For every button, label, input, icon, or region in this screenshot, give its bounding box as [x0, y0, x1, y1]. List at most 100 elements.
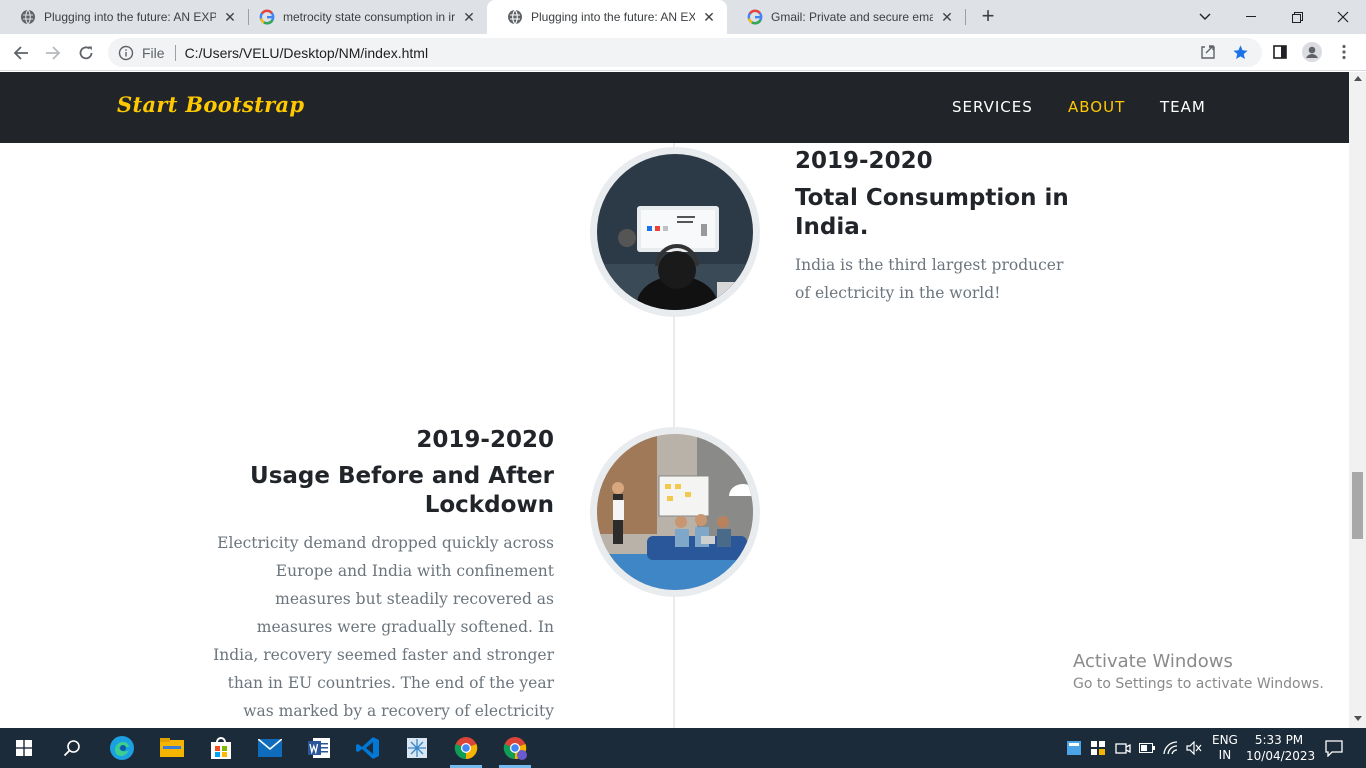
tab-title: Gmail: Private and secure email a [771, 10, 933, 24]
region-code: IN [1218, 748, 1232, 762]
menu-button[interactable] [1334, 42, 1354, 62]
volume-tray-icon[interactable] [1186, 740, 1202, 756]
star-icon [1232, 44, 1248, 59]
side-panel-icon [1273, 45, 1287, 59]
chrome-icon [454, 737, 478, 760]
tab-separator [965, 9, 966, 25]
globe-icon [21, 9, 35, 25]
clock-date: 10/04/2023 [1246, 749, 1316, 763]
word-taskbar-icon[interactable] [295, 728, 343, 768]
tray-app-icon[interactable] [1066, 740, 1082, 756]
site-brand-link[interactable]: Start Bootstrap [117, 92, 304, 117]
start-button[interactable] [0, 728, 48, 768]
store-taskbar-icon[interactable] [197, 728, 245, 768]
address-bar[interactable]: File C:/Users/VELU/Desktop/NM/index.html [108, 38, 1262, 67]
wifi-icon [1163, 741, 1178, 755]
tab-search-button[interactable] [1182, 0, 1228, 34]
tab-title: Plugging into the future: AN EXP [531, 10, 695, 24]
new-tab-button[interactable]: + [976, 5, 1000, 29]
timeline-body: Electricity demand dropped quickly acros… [213, 534, 554, 720]
mail-icon [258, 739, 282, 757]
browser-tab-active[interactable]: Plugging into the future: AN EXP ✕ [487, 0, 727, 34]
wifi-tray-icon[interactable] [1163, 740, 1179, 756]
language-code: ENG [1212, 733, 1238, 747]
battery-tray-icon[interactable] [1139, 740, 1155, 756]
chevron-down-icon [1199, 13, 1211, 20]
vscode-taskbar-icon[interactable] [344, 728, 392, 768]
meet-now-icon [1115, 743, 1131, 754]
minimize-button[interactable] [1228, 0, 1274, 34]
timeline-date: 2019-2020 [795, 148, 933, 174]
battery-icon [1139, 743, 1155, 753]
reload-button[interactable] [73, 40, 99, 66]
language-indicator[interactable]: ENG IN [1212, 733, 1238, 763]
timeline-body: India is the third largest producer of e… [795, 256, 1064, 302]
timeline-image-person-at-monitor [590, 147, 760, 317]
minimize-icon [1246, 16, 1256, 17]
close-tab-icon[interactable]: ✕ [461, 9, 477, 25]
timeline-image-team-meeting [590, 427, 760, 597]
share-icon [1201, 45, 1215, 59]
clock-time: 5:33 PM [1254, 733, 1304, 747]
close-window-button[interactable] [1320, 0, 1366, 34]
arrow-right-icon [46, 46, 61, 60]
file-explorer-taskbar-icon[interactable] [148, 728, 196, 768]
timeline-date: 2019-2020 [416, 427, 554, 453]
person-at-monitor-photo [597, 154, 753, 310]
restore-icon [1291, 11, 1303, 23]
mail-taskbar-icon[interactable] [246, 728, 294, 768]
forward-button[interactable] [40, 40, 66, 66]
google-icon [259, 9, 275, 25]
tray-app-icon[interactable] [1115, 740, 1131, 756]
tab-title: Plugging into the future: AN EXP [44, 10, 216, 24]
url-text[interactable]: C:/Users/VELU/Desktop/NM/index.html [185, 45, 429, 61]
profile-button[interactable] [1302, 42, 1322, 62]
scrollbar-thumb[interactable] [1352, 472, 1363, 539]
nav-link-about[interactable]: About [1068, 98, 1125, 116]
scroll-down-arrow-icon[interactable] [1354, 716, 1362, 721]
browser-tab[interactable]: Gmail: Private and secure email a ✕ [727, 0, 965, 34]
close-tab-icon[interactable]: ✕ [222, 9, 238, 25]
search-button[interactable] [48, 728, 96, 768]
page-viewport: 2019-2020 Total Consumption in India. In… [0, 72, 1349, 728]
close-tab-icon[interactable]: ✕ [701, 9, 717, 25]
kebab-menu-icon [1342, 44, 1346, 60]
scroll-up-arrow-icon[interactable] [1354, 76, 1362, 81]
nav-link-team[interactable]: Team [1160, 98, 1206, 116]
watermark-title: Activate Windows [1073, 651, 1233, 672]
tab-title: metrocity state consumption in ir [283, 10, 455, 24]
notifications-button[interactable] [1325, 739, 1343, 757]
browser-tab[interactable]: metrocity state consumption in ir ✕ [239, 0, 487, 34]
url-divider [174, 44, 176, 61]
close-tab-icon[interactable]: ✕ [939, 9, 955, 25]
timeline-title: Usage Before and After Lockdown [250, 463, 554, 518]
side-panel-button[interactable] [1270, 42, 1290, 62]
bookmark-button[interactable] [1230, 42, 1250, 62]
page-scrollbar[interactable] [1349, 72, 1366, 728]
edge-taskbar-icon[interactable] [98, 728, 146, 768]
tab-strip: Plugging into the future: AN EXP ✕ metro… [0, 0, 1366, 34]
snipping-tool-taskbar-icon[interactable] [393, 728, 441, 768]
url-scheme-label: File [142, 44, 165, 61]
watermark-subtitle: Go to Settings to activate Windows. [1073, 676, 1324, 692]
share-button[interactable] [1198, 42, 1218, 62]
system-clock[interactable]: 5:33 PM 10/04/2023 [1246, 732, 1316, 764]
tray-app-icon[interactable] [1090, 740, 1106, 756]
restore-button[interactable] [1274, 0, 1320, 34]
snip-icon [407, 738, 427, 758]
vscode-icon [356, 737, 379, 759]
browser-tab[interactable]: Plugging into the future: AN EXP ✕ [0, 0, 248, 34]
google-icon [747, 9, 763, 25]
chrome-taskbar-icon[interactable] [442, 728, 490, 768]
volume-muted-icon [1186, 741, 1202, 755]
team-meeting-photo [597, 434, 753, 590]
back-button[interactable] [8, 40, 34, 66]
close-icon [1337, 11, 1349, 23]
info-icon[interactable] [118, 45, 134, 61]
chrome-profile-taskbar-icon[interactable] [491, 728, 539, 768]
avatar-icon [1302, 42, 1322, 62]
security-tray-icon [1091, 741, 1105, 755]
nav-link-services[interactable]: Services [952, 98, 1033, 116]
reload-icon [79, 46, 93, 60]
arrow-left-icon [13, 46, 28, 60]
